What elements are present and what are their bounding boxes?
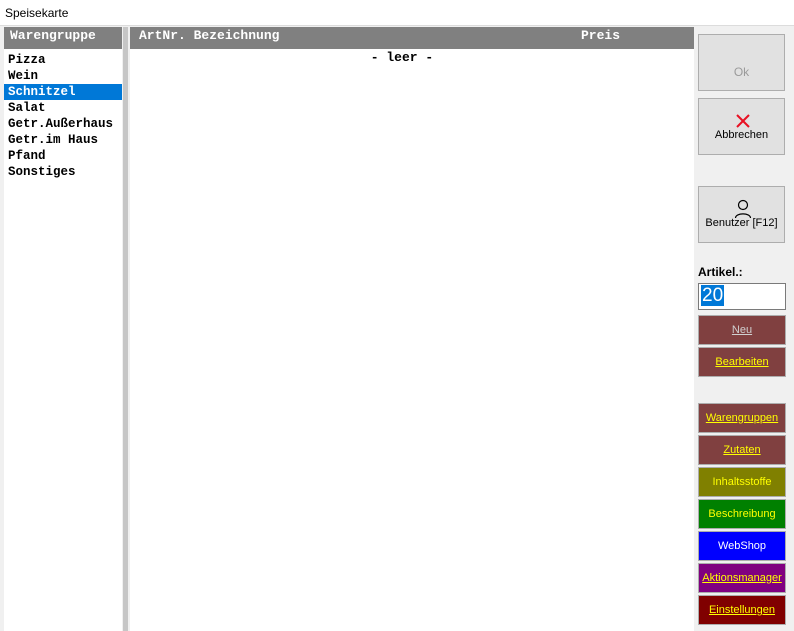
beschreibung-button[interactable]: Beschreibung <box>698 499 786 529</box>
bearbeiten-button[interactable]: Bearbeiten <box>698 347 786 377</box>
bearbeiten-label: Bearbeiten <box>715 356 769 368</box>
col-bezeichnung[interactable]: Bezeichnung <box>194 28 280 43</box>
inhaltsstoffe-label: Inhaltsstoffe <box>712 476 772 488</box>
group-item[interactable]: Pizza <box>4 52 122 68</box>
group-item[interactable]: Getr.Außerhaus <box>4 116 122 132</box>
ok-button[interactable]: Ok <box>698 34 785 91</box>
webshop-label: WebShop <box>717 540 767 552</box>
inhaltsstoffe-button[interactable]: Inhaltsstoffe <box>698 467 786 497</box>
benutzer-label: Benutzer [F12] <box>705 217 778 229</box>
webshop-button[interactable]: WebShop <box>698 531 786 561</box>
artikel-input[interactable]: 20 <box>698 283 786 310</box>
artikel-value: 20 <box>701 285 725 306</box>
warengruppen-label: Warengruppen <box>705 412 779 424</box>
neu-button[interactable]: Neu <box>698 315 786 345</box>
group-item[interactable]: Salat <box>4 100 122 116</box>
close-icon <box>736 114 750 128</box>
einstellungen-button[interactable]: Einstellungen <box>698 595 786 625</box>
group-item[interactable]: Getr.im Haus <box>4 132 122 148</box>
col-preis[interactable]: Preis <box>581 28 620 44</box>
window-title: Speisekarte <box>5 6 69 20</box>
artikel-label: Artikel.: <box>698 265 743 279</box>
ok-label: Ok <box>733 65 750 79</box>
group-item[interactable]: Sonstiges <box>4 164 122 180</box>
user-icon <box>734 199 752 219</box>
title-bar: Speisekarte <box>0 0 794 26</box>
aktionsmanager-button[interactable]: Aktionsmanager <box>698 563 786 593</box>
warengruppen-button[interactable]: Warengruppen <box>698 403 786 433</box>
aktionsmanager-label: Aktionsmanager <box>702 572 782 584</box>
warengruppe-list: Pizza Wein Schnitzel Salat Getr.Außerhau… <box>4 49 122 180</box>
zutaten-label: Zutaten <box>723 444 761 456</box>
warengruppe-header: Warengruppe <box>4 27 122 49</box>
group-item[interactable]: Pfand <box>4 148 122 164</box>
neu-label: Neu <box>731 324 753 336</box>
panel-splitter[interactable] <box>122 27 130 631</box>
warengruppe-panel: Warengruppe Pizza Wein Schnitzel Salat G… <box>4 27 122 631</box>
article-list-header: ArtNr. Bezeichnung Preis <box>130 27 694 49</box>
col-artnr[interactable]: ArtNr. <box>139 28 186 43</box>
splitter-handle[interactable] <box>123 27 128 631</box>
empty-list-text: - leer - <box>370 50 434 65</box>
group-item[interactable]: Schnitzel <box>4 84 122 100</box>
beschreibung-label: Beschreibung <box>708 508 776 520</box>
abbrechen-label: Abbrechen <box>714 129 769 141</box>
article-list-panel: ArtNr. Bezeichnung Preis - leer - <box>130 27 694 631</box>
benutzer-button[interactable]: Benutzer [F12] <box>698 186 785 243</box>
zutaten-button[interactable]: Zutaten <box>698 435 786 465</box>
group-item[interactable]: Wein <box>4 68 122 84</box>
abbrechen-button[interactable]: Abbrechen <box>698 98 785 155</box>
einstellungen-label: Einstellungen <box>708 604 776 616</box>
